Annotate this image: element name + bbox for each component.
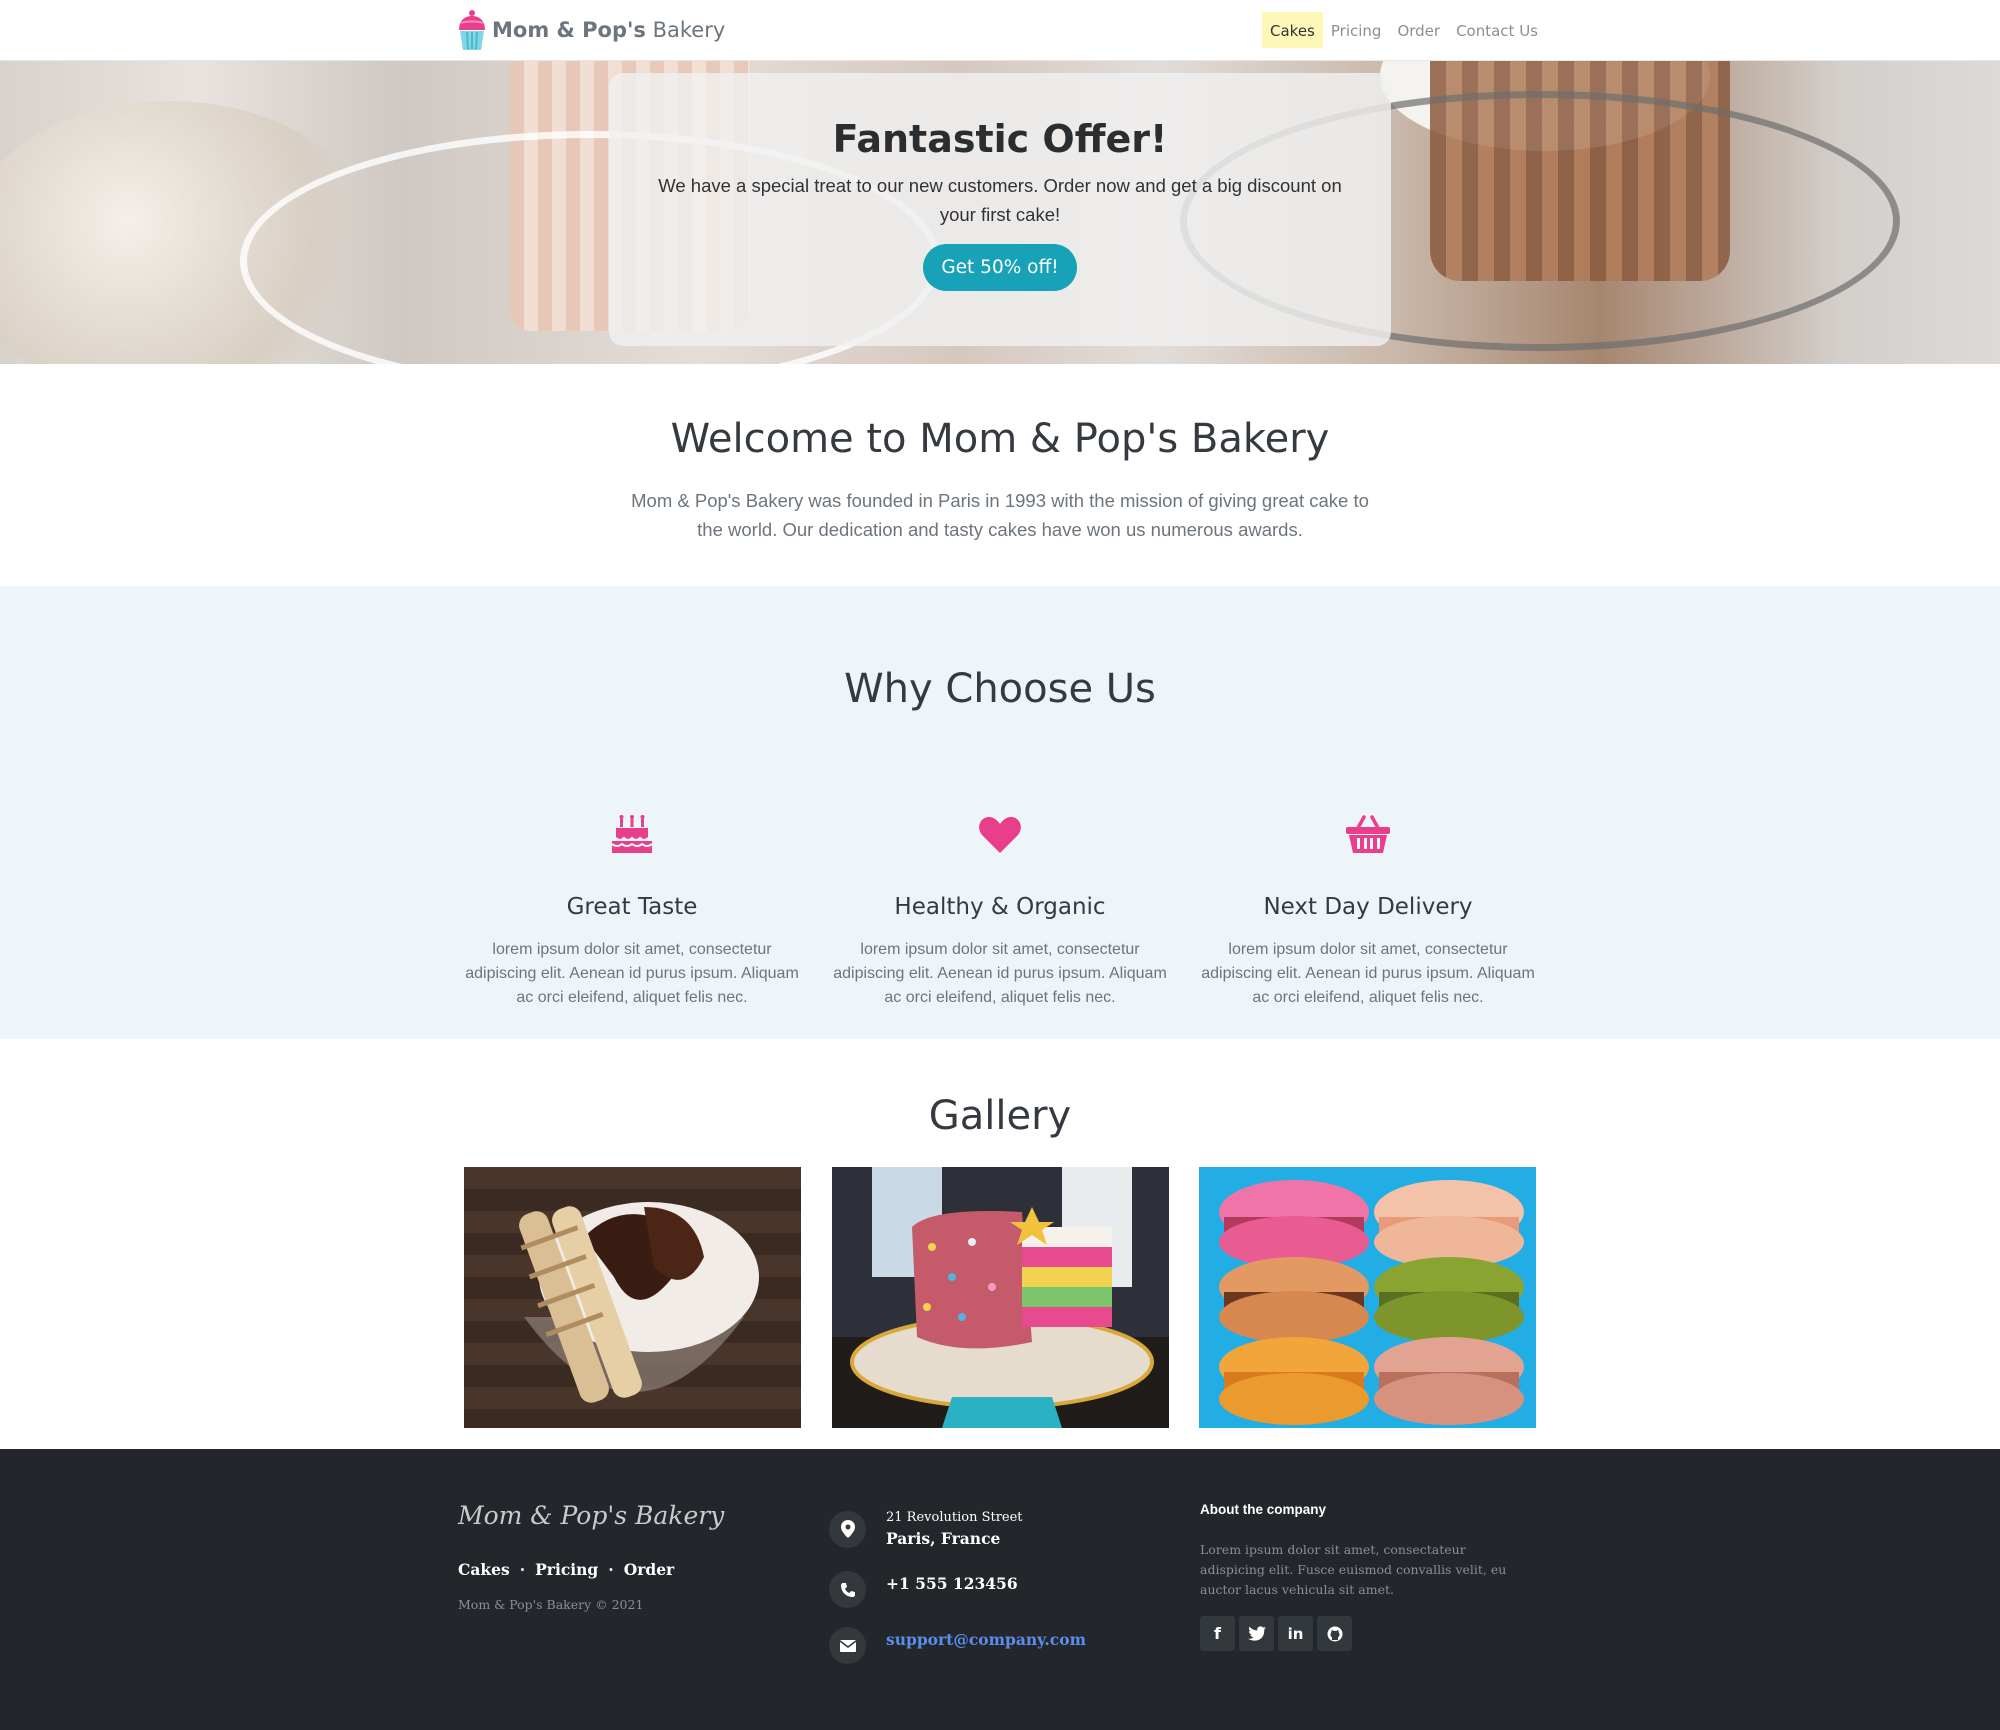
feature-healthy-organic: Healthy & Organic lorem ipsum dolor sit … [830,811,1170,1010]
linkedin-icon[interactable]: in [1278,1616,1313,1651]
get-discount-button[interactable]: Get 50% off! [923,244,1077,291]
about-title: About the company [1200,1502,1327,1517]
footer-link-pricing[interactable]: Pricing [535,1560,598,1579]
ice-cream-sundae-image [464,1167,801,1428]
brand-name: Mom & Pop's Bakery [492,18,726,42]
gallery-image-rainbow-cake[interactable] [832,1167,1169,1428]
email-link[interactable]: support@company.com [886,1630,1086,1649]
footer: Mom & Pop's Bakery Cakes · Pricing · Ord… [0,1449,2000,1730]
feature-text: lorem ipsum dolor sit amet, consectetur … [833,941,1167,1006]
footer-brand: Mom & Pop's Bakery [458,1501,725,1530]
address-text: 21 Revolution Street Paris, France [886,1510,1023,1548]
birthday-cake-icon [611,815,653,853]
heart-icon [979,817,1021,853]
facebook-icon[interactable]: f [1200,1616,1235,1651]
envelope-icon [829,1627,866,1664]
footer-links: Cakes · Pricing · Order [458,1560,674,1579]
footer-phone: +1 555 123456 [829,1571,1018,1608]
macarons-image [1199,1167,1536,1428]
hero-banner: Fantastic Offer! We have a special treat… [0,61,2000,364]
navbar: Mom & Pop's Bakery Cakes Pricing Order C… [0,0,2000,61]
address-line2: Paris, France [886,1529,1001,1548]
offer-text: We have a special treat to our new custo… [658,175,1342,225]
main-nav: Cakes Pricing Order Contact Us [1262,12,1546,48]
feature-text: lorem ipsum dolor sit amet, consectetur … [465,941,799,1006]
map-marker-icon [829,1510,866,1548]
about-text: Lorem ipsum dolor sit amet, consectateur… [1200,1542,1507,1597]
github-icon[interactable] [1317,1616,1352,1651]
rainbow-cake-image [832,1167,1169,1428]
footer-link-order[interactable]: Order [624,1560,675,1579]
nav-link-cakes[interactable]: Cakes [1262,12,1323,48]
welcome-text: Mom & Pop's Bakery was founded in Paris … [631,490,1369,540]
social-links: f in [1200,1616,1352,1651]
feature-next-day-delivery: Next Day Delivery lorem ipsum dolor sit … [1198,811,1538,1010]
phone-number[interactable]: +1 555 123456 [886,1574,1018,1593]
twitter-icon[interactable] [1239,1616,1274,1651]
footer-copyright: Mom & Pop's Bakery © 2021 [458,1597,644,1612]
welcome-title: Welcome to Mom & Pop's Bakery [670,416,1330,462]
feature-text: lorem ipsum dolor sit amet, consectetur … [1201,941,1535,1006]
footer-address: 21 Revolution Street Paris, France [829,1510,1023,1548]
nav-link-order[interactable]: Order [1389,12,1448,48]
gallery-title: Gallery [928,1093,1072,1139]
shopping-basket-icon [1346,815,1390,853]
address-line1: 21 Revolution Street [886,1510,1023,1525]
nav-link-contact-us[interactable]: Contact Us [1448,12,1546,48]
offer-card: Fantastic Offer! We have a special treat… [609,73,1391,346]
nav-link-pricing[interactable]: Pricing [1323,12,1390,48]
feature-title: Great Taste [566,894,698,920]
why-title: Why Choose Us [844,666,1156,712]
feature-title: Next Day Delivery [1263,894,1473,920]
feature-great-taste: Great Taste lorem ipsum dolor sit amet, … [462,811,802,1010]
welcome-section: Welcome to Mom & Pop's Bakery Mom & Pop'… [0,364,2000,586]
gallery-image-macarons[interactable] [1199,1167,1536,1428]
brand-link[interactable]: Mom & Pop's Bakery [456,6,725,54]
offer-title: Fantastic Offer! [832,117,1168,161]
phone-icon [829,1571,866,1608]
footer-email: support@company.com [829,1627,1086,1664]
feature-title: Healthy & Organic [894,894,1106,920]
cupcake-logo-icon [459,10,485,50]
why-choose-us-section: Why Choose Us Great Taste lorem ipsum do… [0,586,2000,1039]
footer-link-cakes[interactable]: Cakes [458,1560,510,1579]
gallery-section: Gallery [0,1039,2000,1449]
footer-link-separator: · [608,1560,614,1579]
footer-link-separator: · [519,1560,526,1579]
gallery-image-ice-cream-sundae[interactable] [464,1167,801,1428]
